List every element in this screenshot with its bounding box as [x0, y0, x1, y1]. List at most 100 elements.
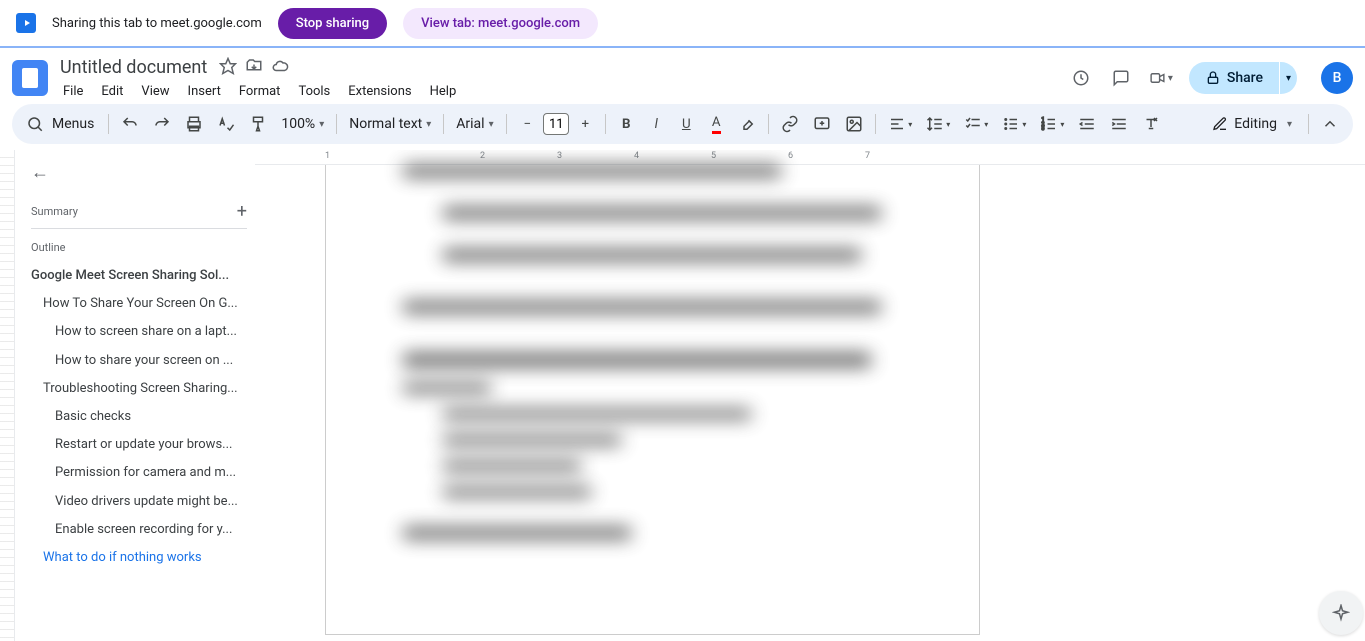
blurred-content [442, 249, 862, 261]
font-select[interactable]: Arial [450, 112, 500, 136]
italic-button[interactable]: I [642, 110, 670, 138]
share-dropdown[interactable]: ▾ [1280, 62, 1297, 94]
add-summary-button[interactable]: + [237, 201, 247, 222]
increase-indent-button[interactable] [1104, 110, 1134, 138]
paint-format-button[interactable] [243, 110, 273, 138]
text-color-button[interactable]: A [702, 110, 730, 138]
ruler-num: 1 [325, 151, 330, 161]
menu-format[interactable]: Format [232, 82, 288, 101]
separator [336, 114, 337, 134]
menu-file[interactable]: File [56, 82, 90, 101]
increase-font-button[interactable]: + [571, 110, 599, 138]
collapse-toolbar-button[interactable] [1315, 110, 1345, 138]
history-icon[interactable] [1069, 66, 1093, 90]
toolbar: Menus 100% Normal text Arial − + B I U A… [12, 104, 1353, 144]
summary-row: Summary + [31, 195, 247, 229]
video-icon[interactable]: ▾ [1149, 66, 1173, 90]
outline-back-icon[interactable]: ← [31, 162, 247, 183]
outline-item-active[interactable]: What to do if nothing works [31, 544, 247, 572]
blurred-content [442, 207, 882, 219]
outline-item[interactable]: Video drivers update might be... [31, 488, 247, 516]
document-page[interactable] [325, 165, 980, 635]
summary-label: Summary [31, 205, 78, 218]
menu-view[interactable]: View [134, 82, 176, 101]
print-button[interactable] [179, 110, 209, 138]
insert-image-button[interactable] [839, 110, 869, 138]
menu-insert[interactable]: Insert [181, 82, 228, 101]
style-select[interactable]: Normal text [343, 112, 437, 136]
editing-label: Editing [1234, 116, 1277, 132]
outline-item[interactable]: Troubleshooting Screen Sharing... [31, 375, 247, 403]
blurred-content [402, 301, 882, 313]
search-menus-button[interactable] [20, 110, 50, 138]
link-button[interactable] [775, 110, 805, 138]
explore-button[interactable] [1319, 591, 1363, 635]
share-button[interactable]: Share [1189, 62, 1279, 94]
add-comment-button[interactable] [807, 110, 837, 138]
blurred-content [402, 353, 872, 367]
outline-item[interactable]: Enable screen recording for y... [31, 516, 247, 544]
share-label: Share [1227, 70, 1263, 86]
decrease-font-button[interactable]: − [513, 110, 541, 138]
outline-item[interactable]: Basic checks [31, 403, 247, 431]
outline-item[interactable]: Permission for camera and m... [31, 459, 247, 487]
ruler-num: 2 [480, 151, 485, 161]
outline-item[interactable]: How To Share Your Screen On G... [31, 290, 247, 318]
zoom-select[interactable]: 100% [275, 112, 330, 136]
horizontal-ruler[interactable]: 1 2 3 4 5 6 7 [255, 150, 1365, 165]
star-icon[interactable] [219, 57, 237, 79]
avatar[interactable]: B [1321, 62, 1353, 94]
style-value: Normal text [349, 116, 422, 132]
menu-edit[interactable]: Edit [94, 82, 130, 101]
outline-heading: Outline [31, 241, 247, 254]
bold-button[interactable]: B [612, 110, 640, 138]
redo-button[interactable] [147, 110, 177, 138]
svg-text:3: 3 [1042, 126, 1045, 132]
title-row: Untitled document [56, 55, 1069, 80]
editing-mode-button[interactable]: Editing [1202, 112, 1302, 136]
blurred-content [402, 383, 492, 393]
separator [605, 114, 606, 134]
title-bar: Untitled document File Edit View Insert … [0, 48, 1365, 104]
menus-label[interactable]: Menus [52, 116, 94, 132]
outline-item[interactable]: How to share your screen on ... [31, 347, 247, 375]
align-button[interactable]: ▾ [882, 110, 918, 138]
sharing-icon [16, 13, 36, 33]
outline-item[interactable]: Restart or update your brows... [31, 431, 247, 459]
menu-tools[interactable]: Tools [291, 82, 337, 101]
ruler-num: 7 [865, 151, 870, 161]
checklist-button[interactable]: ▾ [958, 110, 994, 138]
numbered-list-button[interactable]: 123▾ [1034, 110, 1070, 138]
highlight-button[interactable] [732, 110, 762, 138]
menu-help[interactable]: Help [423, 82, 464, 101]
blurred-content [442, 409, 752, 419]
undo-button[interactable] [115, 110, 145, 138]
docs-app-icon[interactable] [12, 60, 48, 96]
separator [506, 114, 507, 134]
outline-item[interactable]: How to screen share on a lapt... [31, 318, 247, 346]
menu-extensions[interactable]: Extensions [341, 82, 418, 101]
doc-title[interactable]: Untitled document [56, 55, 211, 80]
underline-button[interactable]: U [672, 110, 700, 138]
separator [875, 114, 876, 134]
clear-formatting-button[interactable] [1136, 110, 1166, 138]
title-section: Untitled document File Edit View Insert … [56, 55, 1069, 101]
decrease-indent-button[interactable] [1072, 110, 1102, 138]
separator [108, 114, 109, 134]
font-value: Arial [456, 116, 484, 132]
line-spacing-button[interactable]: ▾ [920, 110, 956, 138]
cloud-icon[interactable] [271, 57, 289, 79]
ruler-num: 5 [711, 151, 716, 161]
font-size-input[interactable] [543, 113, 569, 135]
bulleted-list-button[interactable]: ▾ [996, 110, 1032, 138]
share-button-group: Share ▾ [1189, 62, 1297, 94]
document-area: 1 2 3 4 5 6 7 [255, 150, 1365, 641]
view-tab-button[interactable]: View tab: meet.google.com [403, 8, 598, 39]
sharing-text: Sharing this tab to meet.google.com [52, 16, 262, 31]
comments-icon[interactable] [1109, 66, 1133, 90]
spellcheck-button[interactable] [211, 110, 241, 138]
move-icon[interactable] [245, 57, 263, 79]
stop-sharing-button[interactable]: Stop sharing [278, 8, 387, 39]
ruler-num: 3 [557, 151, 562, 161]
outline-item[interactable]: Google Meet Screen Sharing Sol... [31, 262, 247, 290]
